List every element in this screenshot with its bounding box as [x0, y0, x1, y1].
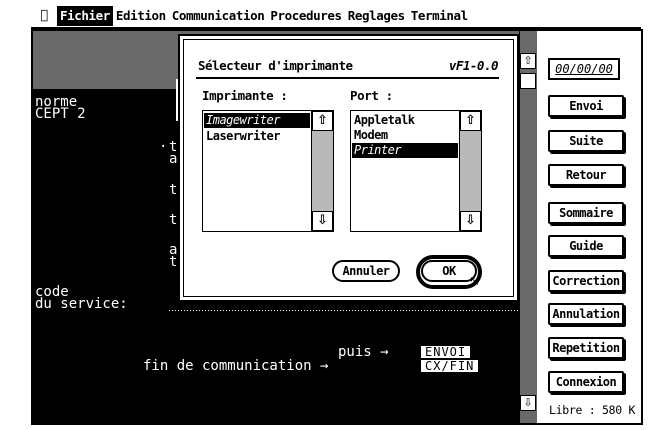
printer-list-scrollbar[interactable]: ⇧ ⇩ — [311, 111, 333, 231]
scroll-down-icon[interactable]: ⇩ — [520, 395, 536, 411]
printer-item-imagewriter[interactable]: Imagewriter — [204, 113, 310, 128]
repetition-button[interactable]: Repetition — [548, 337, 624, 359]
port-item-modem[interactable]: Modem — [352, 128, 458, 143]
terminal-scrollbar[interactable]: ⇧ ⇩ — [519, 31, 537, 423]
port-item-appletalk[interactable]: Appletalk — [352, 113, 458, 128]
menu-procedures[interactable]: Procedures — [267, 6, 344, 26]
menu-fichier[interactable]: Fichier — [57, 6, 113, 26]
port-item-printer[interactable]: Printer — [352, 143, 458, 158]
menu-terminal[interactable]: Terminal — [408, 6, 471, 26]
scroll-up-icon[interactable]: ⇧ — [520, 53, 536, 69]
terminal-fragment-a1: a — [169, 151, 178, 167]
envoi-key-label: ENVOI — [421, 346, 471, 358]
terminal-fragment-t4: t — [169, 254, 178, 270]
guide-button[interactable]: Guide — [548, 235, 624, 257]
cxfin-key-label: CX/FIN — [421, 360, 479, 372]
port-list-scrollbar[interactable]: ⇧ ⇩ — [459, 111, 481, 231]
scroll-thumb[interactable] — [520, 73, 536, 89]
menu-reglages[interactable]: Reglages — [345, 6, 408, 26]
connexion-button[interactable]: Connexion — [548, 371, 624, 393]
mouse-pointer-icon: ↖ — [469, 274, 480, 289]
terminal-puis-label: puis → — [338, 344, 389, 360]
cancel-button[interactable]: Annuler — [332, 260, 400, 282]
date-display: 00/00/00 — [548, 58, 620, 80]
port-scroll-down-icon[interactable]: ⇩ — [460, 211, 481, 231]
terminal-fragment-t2: t — [169, 182, 178, 198]
printer-list-heading: Imprimante : — [202, 88, 288, 103]
printer-selector-dialog: Sélecteur d'imprimante vF1-0.0 Imprimant… — [178, 34, 519, 302]
printer-list[interactable]: Imagewriter Laserwriter ⇧ ⇩ — [202, 110, 334, 232]
printer-item-laserwriter[interactable]: Laserwriter — [204, 129, 310, 144]
port-list[interactable]: Appletalk Modem Printer ⇧ ⇩ — [350, 110, 482, 232]
dialog-title-divider — [196, 77, 499, 79]
dialog-title: Sélecteur d'imprimante — [198, 58, 353, 73]
terminal-fragment-dot: · — [159, 139, 168, 155]
terminal-du-service-label: du service: — [35, 296, 128, 312]
function-keys-panel: 00/00/00 Envoi Suite Retour Sommaire Gui… — [537, 31, 641, 423]
menu-edition[interactable]: Edition — [113, 6, 169, 26]
dialog-version: vF1-0.0 — [448, 58, 499, 73]
menu-communication[interactable]: Communication — [169, 6, 268, 26]
terminal-cept: CEPT 2 — [35, 106, 86, 122]
terminal-fragment-t3: t — [169, 212, 178, 228]
menu-bar:  Fichier Edition Communication Procedur… — [31, 5, 641, 29]
terminal-fin-label: fin de communication → — [143, 358, 329, 374]
dialog-title-row: Sélecteur d'imprimante vF1-0.0 — [198, 58, 499, 78]
apple-menu-icon[interactable]:  — [31, 6, 57, 26]
printer-scroll-up-icon[interactable]: ⇧ — [312, 111, 333, 131]
port-scroll-up-icon[interactable]: ⇧ — [460, 111, 481, 131]
printer-scroll-down-icon[interactable]: ⇩ — [312, 211, 333, 231]
sommaire-button[interactable]: Sommaire — [548, 202, 624, 224]
service-input-dots — [168, 309, 518, 311]
annulation-button[interactable]: Annulation — [548, 303, 624, 325]
correction-button[interactable]: Correction — [548, 270, 624, 292]
suite-button[interactable]: Suite — [548, 130, 624, 152]
port-list-heading: Port : — [350, 88, 393, 103]
envoi-button[interactable]: Envoi — [548, 95, 624, 117]
retour-button[interactable]: Retour — [548, 164, 624, 186]
free-memory-label: Libre : 580 K — [549, 403, 636, 417]
